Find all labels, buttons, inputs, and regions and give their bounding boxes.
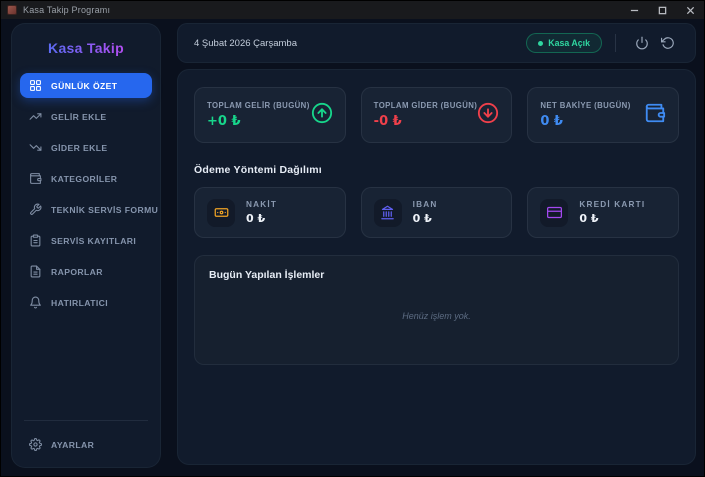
payment-value: 0 ₺ <box>579 212 645 225</box>
stat-label: TOPLAM GELİR (BUGÜN) <box>207 101 311 110</box>
sidebar-item-raporlar[interactable]: RAPORLAR <box>20 259 152 284</box>
transactions-empty-text: Henüz işlem yok. <box>209 281 664 351</box>
maximize-button[interactable] <box>648 1 676 19</box>
arrow-up-circle-icon <box>311 102 333 129</box>
kasa-status-badge[interactable]: Kasa Açık <box>526 33 602 53</box>
sidebar-item-hatirlatici[interactable]: HATIRLATICI <box>20 290 152 315</box>
sidebar-footer: AYARLAR <box>20 420 152 457</box>
close-icon <box>686 6 695 15</box>
sidebar-item-gunluk-ozet[interactable]: GÜNLÜK ÖZET <box>20 73 152 98</box>
stat-card-toplam-gider: TOPLAM GİDER (BUGÜN) -0 ₺ <box>361 87 513 143</box>
sidebar-item-servis-kayitlari[interactable]: SERVİS KAYITLARI <box>20 228 152 253</box>
transactions-heading: Bugün Yapılan İşlemler <box>209 269 664 281</box>
stat-card-net-bakiye: NET BAKİYE (BUGÜN) 0 ₺ <box>527 87 679 143</box>
topbar: 4 Şubat 2026 Çarşamba Kasa Açık <box>177 23 696 63</box>
close-button[interactable] <box>676 1 704 19</box>
maximize-icon <box>658 6 667 15</box>
minimize-icon <box>630 6 639 15</box>
payment-label: IBAN <box>413 200 438 209</box>
stat-value: +0 ₺ <box>207 114 311 129</box>
payments-row: NAKİT 0 ₺ IBAN 0 ₺ <box>194 187 679 238</box>
payment-value: 0 ₺ <box>413 212 438 225</box>
app-icon <box>7 5 17 15</box>
power-button[interactable] <box>629 30 655 56</box>
minimize-button[interactable] <box>620 1 648 19</box>
main-column: 4 Şubat 2026 Çarşamba Kasa Açık <box>177 23 696 476</box>
payment-card-iban: IBAN 0 ₺ <box>361 187 513 238</box>
bell-icon <box>29 296 42 309</box>
sidebar-item-gelir-ekle[interactable]: GELİR EKLE <box>20 104 152 129</box>
brand-title: Kasa Takip <box>20 40 152 56</box>
current-date: 4 Şubat 2026 Çarşamba <box>194 38 297 49</box>
bank-icon <box>374 199 402 227</box>
sidebar-item-label: KATEGORİLER <box>51 174 117 184</box>
sidebar-nav: GÜNLÜK ÖZET GELİR EKLE GİDER EKLE KATEGO… <box>20 73 152 315</box>
sidebar-item-kategoriler[interactable]: KATEGORİLER <box>20 166 152 191</box>
sidebar: Kasa Takip GÜNLÜK ÖZET GELİR EKLE GİDER … <box>11 23 161 468</box>
sidebar-item-teknik-servis-formu[interactable]: TEKNİK SERVİS FORMU <box>20 197 152 222</box>
sidebar-item-label: GELİR EKLE <box>51 112 107 122</box>
sidebar-item-label: RAPORLAR <box>51 267 103 277</box>
file-text-icon <box>29 265 42 278</box>
stat-label: TOPLAM GİDER (BUGÜN) <box>374 101 478 110</box>
payment-card-nakit: NAKİT 0 ₺ <box>194 187 346 238</box>
trending-down-icon <box>29 141 42 154</box>
payments-heading: Ödeme Yöntemi Dağılımı <box>194 164 679 176</box>
payment-label: NAKİT <box>246 200 277 209</box>
arrow-down-circle-icon <box>477 102 499 129</box>
window-controls <box>620 1 704 19</box>
app-window: Kasa Takip Programı Kasa Takip GÜNLÜK ÖZ… <box>0 0 705 477</box>
refresh-icon <box>661 36 675 50</box>
payment-value: 0 ₺ <box>246 212 277 225</box>
clipboard-icon <box>29 234 42 247</box>
sidebar-item-label: HATIRLATICI <box>51 298 108 308</box>
topbar-divider <box>615 34 616 52</box>
transactions-panel: Bugün Yapılan İşlemler Henüz işlem yok. <box>194 255 679 365</box>
trending-up-icon <box>29 110 42 123</box>
status-label: Kasa Açık <box>548 38 590 48</box>
titlebar: Kasa Takip Programı <box>1 1 704 19</box>
sidebar-item-gider-ekle[interactable]: GİDER EKLE <box>20 135 152 160</box>
window-title: Kasa Takip Programı <box>23 5 110 15</box>
payment-card-kredi-karti: KREDİ KARTI 0 ₺ <box>527 187 679 238</box>
sidebar-item-label: TEKNİK SERVİS FORMU <box>51 205 158 215</box>
refresh-button[interactable] <box>655 30 681 56</box>
gear-icon <box>29 438 42 451</box>
stats-row: TOPLAM GELİR (BUGÜN) +0 ₺ TOPLAM GİDER (… <box>194 87 679 143</box>
sidebar-item-label: GÜNLÜK ÖZET <box>51 81 117 91</box>
credit-card-icon <box>540 199 568 227</box>
power-icon <box>635 36 649 50</box>
payment-label: KREDİ KARTI <box>579 200 645 209</box>
wallet-icon <box>29 172 42 185</box>
sidebar-item-label: GİDER EKLE <box>51 143 108 153</box>
grid-icon <box>29 79 42 92</box>
sidebar-item-label: SERVİS KAYITLARI <box>51 236 136 246</box>
stat-card-toplam-gelir: TOPLAM GELİR (BUGÜN) +0 ₺ <box>194 87 346 143</box>
stat-value: 0 ₺ <box>540 114 644 129</box>
banknote-icon <box>207 199 235 227</box>
status-dot-icon <box>538 41 543 46</box>
stat-label: NET BAKİYE (BUGÜN) <box>540 101 644 110</box>
sidebar-divider <box>24 420 148 421</box>
main-panel: TOPLAM GELİR (BUGÜN) +0 ₺ TOPLAM GİDER (… <box>177 69 696 465</box>
wrench-icon <box>29 203 42 216</box>
sidebar-item-ayarlar[interactable]: AYARLAR <box>20 432 152 457</box>
wallet-icon <box>644 102 666 129</box>
stat-value: -0 ₺ <box>374 114 478 129</box>
sidebar-item-label: AYARLAR <box>51 440 94 450</box>
